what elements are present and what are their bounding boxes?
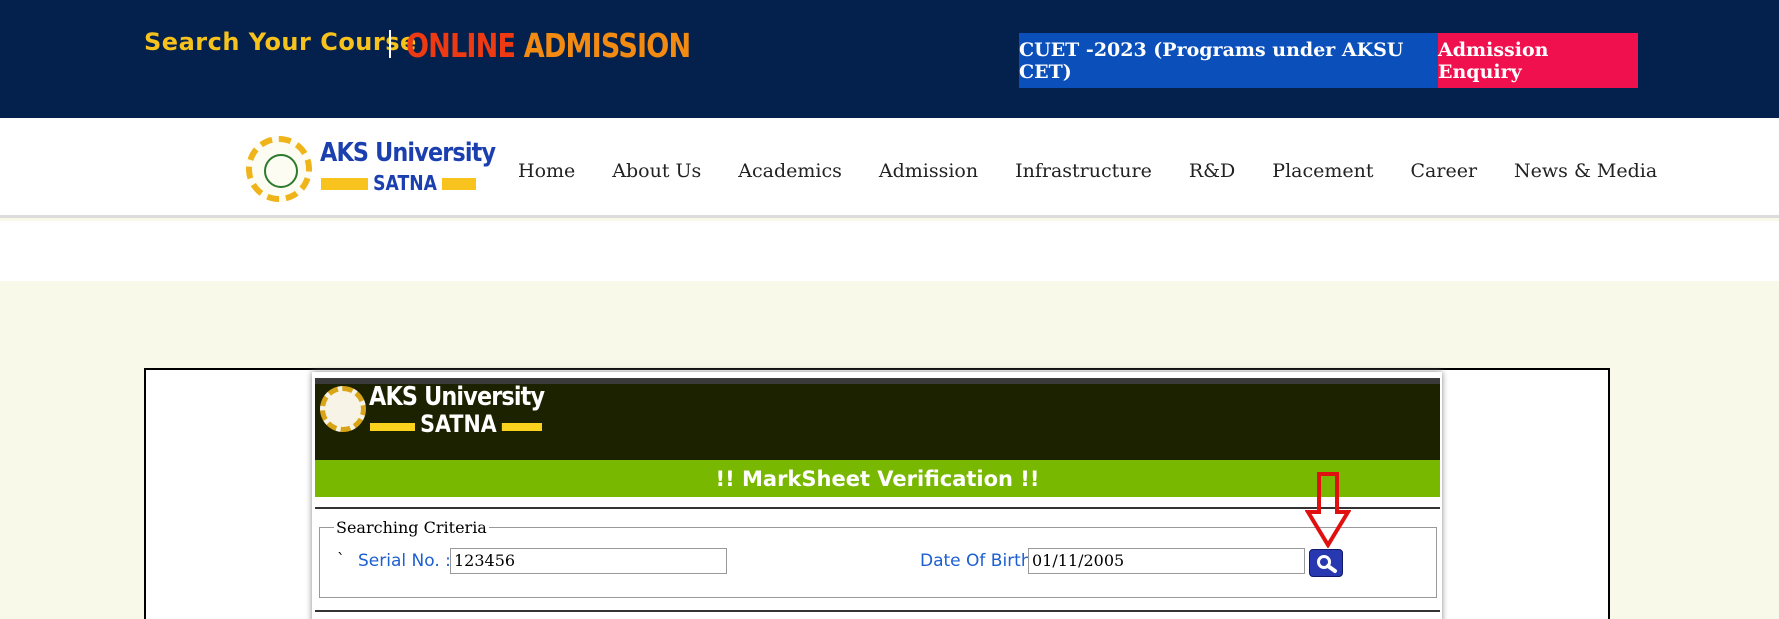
search-button[interactable] [1309,549,1343,577]
date-of-birth-label: Date Of Birth [920,551,1032,571]
nav-item-placement[interactable]: Placement [1272,160,1373,182]
verification-logo-city: SATNA [415,410,502,438]
search-your-course-link[interactable]: Search Your Course [144,28,417,56]
nav-item-admission[interactable]: Admission [879,160,978,182]
nav-item-rnd[interactable]: R&D [1189,160,1235,182]
online-text: ONLINE [406,26,516,65]
stray-character: ` [337,550,345,569]
nav-item-career[interactable]: Career [1411,160,1478,182]
searching-criteria-legend: Searching Criteria [336,518,487,537]
gear-emblem-icon [246,136,312,202]
logo-name: AKS University [320,138,496,168]
date-of-birth-input[interactable]: 01/11/2005 [1028,548,1305,574]
serial-no-input[interactable]: 123456 [450,548,727,574]
divider [315,610,1440,612]
divider [315,507,1440,509]
online-admission-link[interactable]: ONLINE ADMISSION [406,26,691,65]
logo-city: SATNA [368,171,443,195]
admission-enquiry-button[interactable]: Admission Enquiry [1438,33,1638,88]
nav-item-academics[interactable]: Academics [738,160,842,182]
nav-menu: Home About Us Academics Admission Infras… [518,160,1694,182]
spacer-band [0,221,1779,281]
nav-item-about-us[interactable]: About Us [612,160,701,182]
nav-item-home[interactable]: Home [518,160,575,182]
main-navbar: AKS University SATNA Home About Us Acade… [0,118,1779,218]
gear-emblem-icon [320,386,366,432]
verification-logo-name: AKS University [369,382,545,412]
header-divider [389,30,391,58]
cuet-button[interactable]: CUET -2023 (Programs under AKSU CET) [1019,33,1438,88]
admission-text: ADMISSION [523,26,691,65]
university-logo[interactable]: AKS University SATNA [246,136,496,206]
verification-title: !! MarkSheet Verification !! [315,460,1440,497]
nav-item-infrastructure[interactable]: Infrastructure [1015,160,1152,182]
magnifier-icon [1317,555,1337,573]
serial-no-label: Serial No. : [358,551,451,571]
nav-item-news-media[interactable]: News & Media [1514,160,1657,182]
down-arrow-icon [1305,472,1351,548]
